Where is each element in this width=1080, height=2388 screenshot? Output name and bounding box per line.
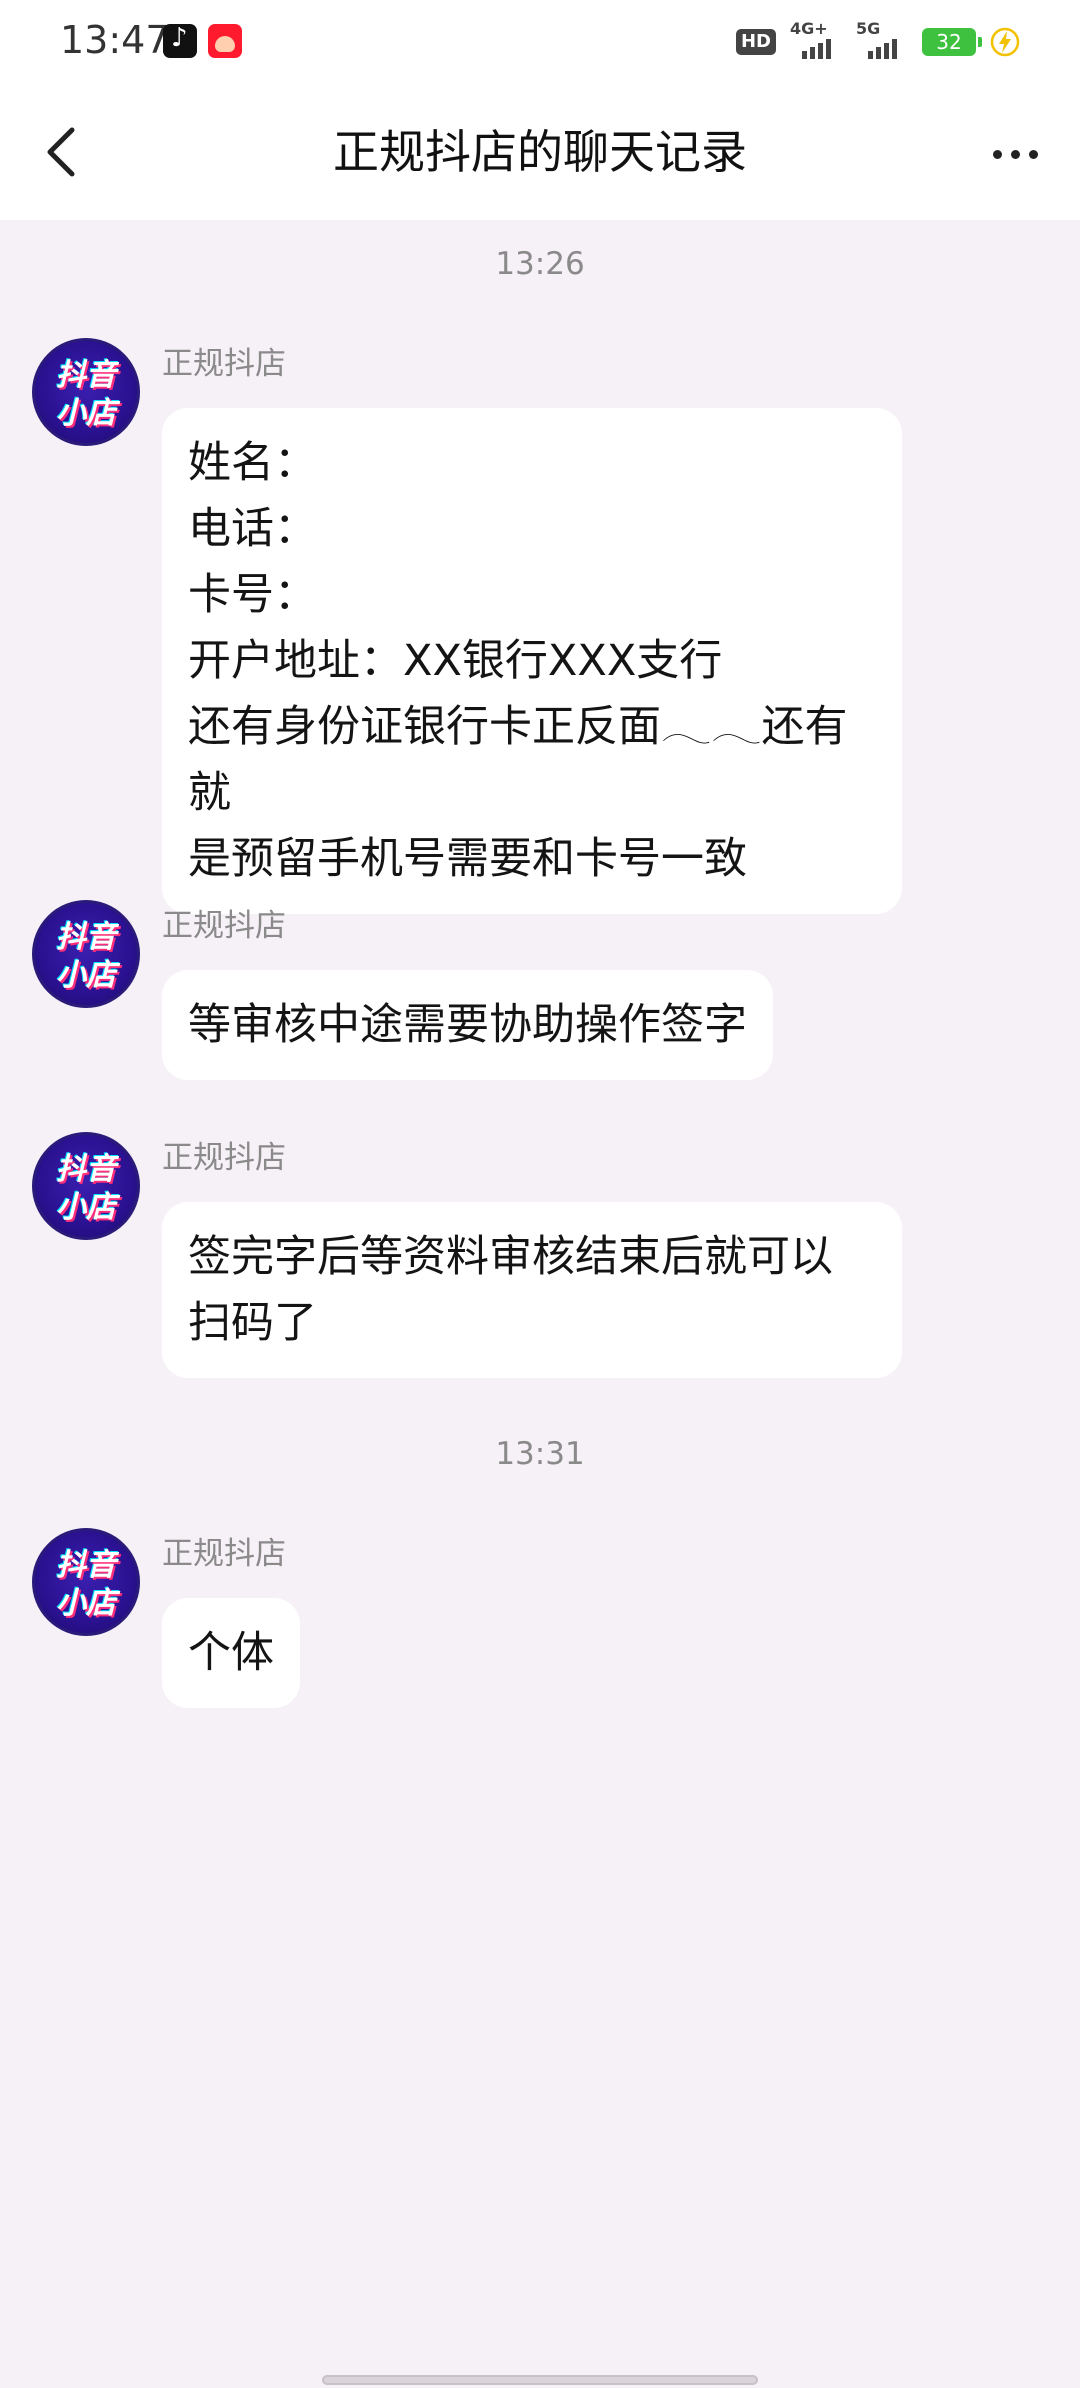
status-bar: 13:47 HD 4G+ 5G 32	[0, 0, 1080, 84]
avatar[interactable]: 抖音 小店	[32, 1528, 140, 1636]
signal-4g-icon: 4G+	[790, 19, 842, 61]
signal-5g-label: 5G	[856, 19, 881, 38]
sender-name: 正规抖店	[162, 908, 286, 944]
avatar-text: 抖音	[56, 920, 116, 955]
avatar-text: 小店	[56, 1190, 116, 1225]
tiktok-app-icon	[163, 23, 197, 58]
message-item: 抖音 小店 正规抖店 等审核中途需要协助操作签字	[32, 900, 1032, 1100]
lightning-icon	[990, 27, 1020, 57]
avatar-text: 抖音	[56, 1152, 116, 1187]
battery-icon: 32	[922, 28, 982, 56]
message-item: 抖音 小店 正规抖店 姓名： 电话： 卡号： 开户地址：XX银行XXX支行 还有…	[32, 338, 1032, 914]
more-dot	[1028, 149, 1038, 159]
chat-header: 正规抖店的聊天记录	[0, 84, 1080, 220]
message-bubble[interactable]: 签完字后等资料审核结束后就可以 扫码了	[162, 1202, 902, 1378]
message-item: 抖音 小店 正规抖店 个体	[32, 1528, 1032, 1728]
hd-voice-icon: HD	[735, 29, 776, 55]
page-title: 正规抖店的聊天记录	[333, 125, 747, 179]
message-item: 抖音 小店 正规抖店 签完字后等资料审核结束后就可以 扫码了	[32, 1132, 1032, 1412]
sender-name: 正规抖店	[162, 1140, 286, 1176]
message-bubble[interactable]: 等审核中途需要协助操作签字	[162, 970, 773, 1080]
sender-name: 正规抖店	[162, 346, 286, 382]
avatar-text: 小店	[56, 1586, 116, 1621]
home-indicator[interactable]	[322, 2375, 758, 2385]
sender-name: 正规抖店	[162, 1536, 286, 1572]
timestamp: 13:31	[495, 1436, 585, 1472]
avatar[interactable]: 抖音 小店	[32, 1132, 140, 1240]
avatar-text: 小店	[56, 396, 116, 431]
tmall-app-icon	[208, 24, 242, 58]
message-bubble[interactable]: 姓名： 电话： 卡号： 开户地址：XX银行XXX支行 还有身份证银行卡正反面𓂃𓂃…	[162, 408, 902, 914]
avatar-text: 抖音	[56, 1548, 116, 1583]
more-dot	[1010, 149, 1020, 159]
signal-5g-icon: 5G	[856, 19, 908, 61]
avatar-text: 抖音	[56, 358, 116, 393]
timestamp: 13:26	[495, 246, 585, 282]
more-dot	[992, 149, 1002, 159]
back-button[interactable]	[34, 120, 98, 184]
signal-4g-label: 4G+	[790, 19, 828, 38]
avatar[interactable]: 抖音 小店	[32, 338, 140, 446]
more-options-button[interactable]	[980, 124, 1050, 184]
message-bubble[interactable]: 个体	[162, 1598, 300, 1708]
status-time: 13:47	[60, 18, 170, 62]
avatar[interactable]: 抖音 小店	[32, 900, 140, 1008]
avatar-text: 小店	[56, 958, 116, 993]
system-icons: HD 4G+ 5G 32	[735, 19, 1020, 62]
